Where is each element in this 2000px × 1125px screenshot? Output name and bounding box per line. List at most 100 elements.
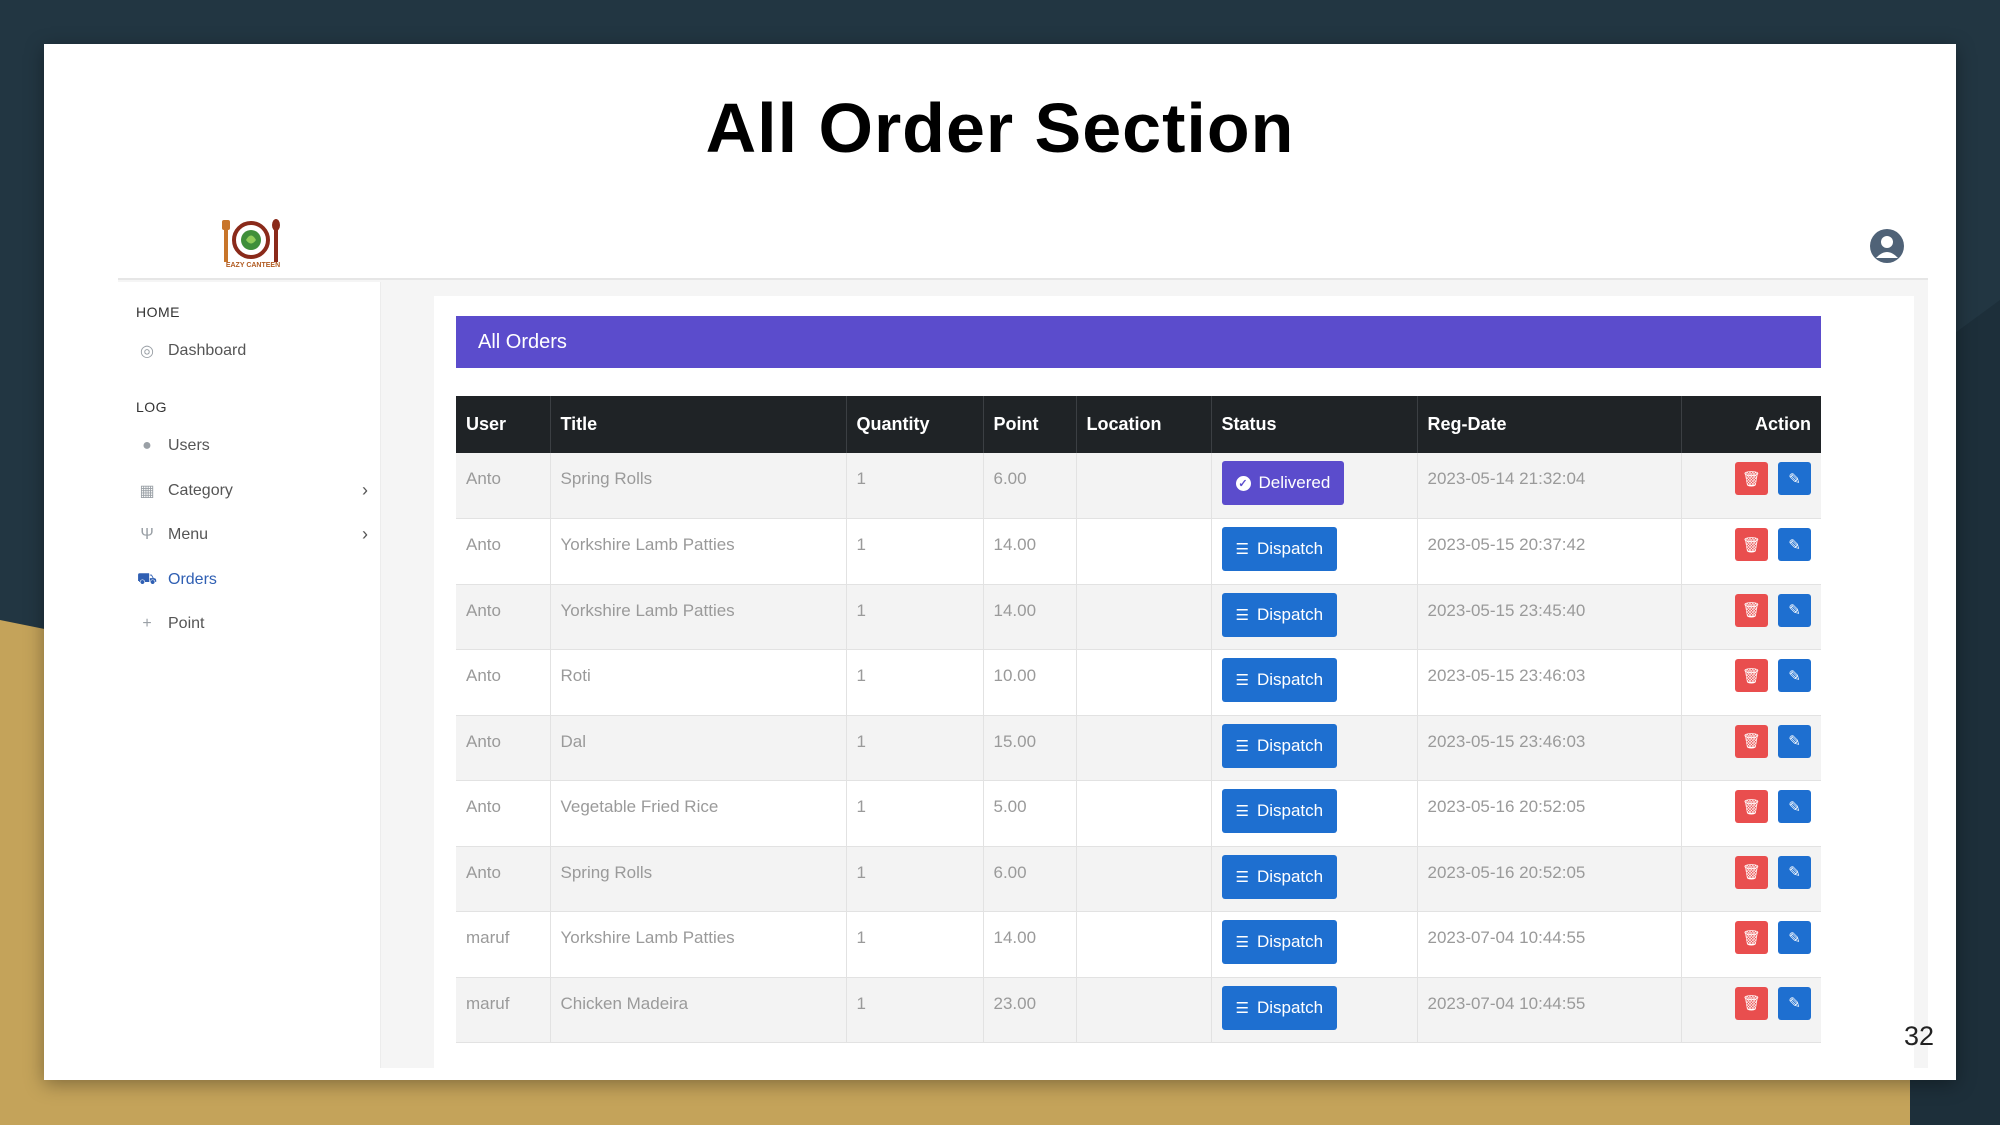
- delete-button[interactable]: 🗑: [1735, 528, 1768, 561]
- delete-button[interactable]: 🗑: [1735, 593, 1768, 627]
- cell-quantity: 1: [846, 715, 984, 781]
- table-row: Anto Dal 1 15.00 ☰ Dispatch 2023-05-15 23:46:0…: [456, 715, 1821, 781]
- edit-button[interactable]: ✎: [1778, 593, 1811, 627]
- cell-user: maruf: [456, 977, 551, 1043]
- cell-user: Anto: [456, 649, 551, 716]
- cell-point: 14.00: [983, 911, 1077, 978]
- list-icon: ☰: [1235, 999, 1249, 1017]
- column-header-reg-date: Reg-Date: [1417, 396, 1682, 453]
- sidebar-item-menu[interactable]: Ψ Menu ›: [132, 520, 372, 550]
- status-button[interactable]: ☰ Dispatch: [1221, 920, 1338, 964]
- cell-title: Roti: [550, 649, 847, 716]
- slide: All Order Section EAZY CANTEEN HOME ◎ Da…: [44, 44, 1956, 1080]
- cell-location: [1076, 453, 1212, 519]
- page-number: 32: [1903, 1021, 1934, 1051]
- column-header-quantity: Quantity: [846, 396, 984, 453]
- status-button[interactable]: ☰ Dispatch: [1221, 854, 1338, 899]
- status-button[interactable]: ☰ Dispatch: [1221, 527, 1338, 571]
- cell-reg-date: 2023-07-04 10:44:55: [1417, 911, 1682, 978]
- edit-button[interactable]: ✎: [1778, 855, 1811, 889]
- cell-status: ☰ Dispatch: [1211, 977, 1418, 1043]
- cell-action: 🗑 ✎: [1681, 649, 1821, 716]
- edit-icon: ✎: [1788, 667, 1801, 685]
- cutlery-icon: Ψ: [140, 526, 154, 543]
- orders-card: All Orders User Title Quantity Point Loc…: [434, 296, 1914, 1068]
- status-button[interactable]: ☰ Dispatch: [1221, 723, 1338, 768]
- edit-button[interactable]: ✎: [1778, 659, 1811, 692]
- sidebar-item-orders[interactable]: ⛟ Orders: [132, 565, 372, 595]
- sidebar-item-point[interactable]: + Point: [132, 609, 372, 639]
- cell-location: [1076, 780, 1212, 847]
- trash-icon: 🗑: [1741, 733, 1762, 750]
- trash-icon: 🗑: [1741, 864, 1762, 881]
- sidebar-section-log: LOG: [136, 399, 168, 415]
- cell-point: 23.00: [983, 977, 1077, 1043]
- delete-button[interactable]: 🗑: [1735, 790, 1768, 823]
- status-label: Delivered: [1258, 473, 1331, 492]
- sidebar-item-users[interactable]: ● Users: [132, 431, 372, 461]
- cell-action: 🗑 ✎: [1681, 977, 1821, 1043]
- status-button[interactable]: ☰ Dispatch: [1221, 985, 1338, 1030]
- delete-button[interactable]: 🗑: [1735, 921, 1768, 954]
- cell-quantity: 1: [846, 584, 984, 650]
- cell-quantity: 1: [846, 911, 984, 978]
- cell-user: Anto: [456, 453, 551, 519]
- cell-point: 6.00: [983, 846, 1077, 912]
- status-label: Dispatch: [1256, 604, 1324, 624]
- edit-button[interactable]: ✎: [1778, 986, 1811, 1020]
- edit-button[interactable]: ✎: [1778, 528, 1811, 561]
- cell-quantity: 1: [846, 846, 984, 912]
- status-button[interactable]: ☰ Dispatch: [1221, 658, 1338, 702]
- trash-icon: 🗑: [1741, 798, 1762, 816]
- cell-location: [1076, 977, 1212, 1043]
- trash-icon: 🗑: [1741, 602, 1762, 619]
- cell-status: ☰ Dispatch: [1211, 518, 1418, 585]
- status-button[interactable]: ☰ Dispatch: [1221, 592, 1338, 637]
- edit-button[interactable]: ✎: [1778, 724, 1811, 758]
- sidebar-item-dashboard[interactable]: ◎ Dashboard: [132, 336, 372, 366]
- cell-user: Anto: [456, 846, 551, 912]
- cell-quantity: 1: [846, 453, 984, 519]
- status-button[interactable]: ✓ Delivered: [1221, 461, 1345, 505]
- user-avatar-icon[interactable]: [1870, 229, 1904, 263]
- cell-user: Anto: [456, 715, 551, 781]
- cell-status: ☰ Dispatch: [1211, 649, 1418, 716]
- column-header-action: Action: [1681, 396, 1821, 453]
- edit-icon: ✎: [1788, 864, 1801, 881]
- edit-icon: ✎: [1788, 929, 1801, 947]
- cell-action: 🗑 ✎: [1681, 518, 1821, 585]
- cell-reg-date: 2023-05-15 23:46:03: [1417, 649, 1682, 716]
- table-row: Anto Spring Rolls 1 6.00 ✓ Delivered 2023-05-1…: [456, 453, 1821, 519]
- dashboard-icon: ◎: [140, 343, 154, 360]
- sidebar-item-label: Users: [168, 437, 210, 454]
- delete-button[interactable]: 🗑: [1735, 986, 1768, 1020]
- edit-button[interactable]: ✎: [1778, 921, 1811, 954]
- edit-button[interactable]: ✎: [1778, 462, 1811, 495]
- cell-location: [1076, 584, 1212, 650]
- cell-status: ✓ Delivered: [1211, 453, 1418, 519]
- cell-action: 🗑 ✎: [1681, 780, 1821, 847]
- cell-status: ☰ Dispatch: [1211, 846, 1418, 912]
- cell-action: 🗑 ✎: [1681, 453, 1821, 519]
- trash-icon: 🗑: [1741, 667, 1762, 685]
- status-label: Dispatch: [1256, 997, 1324, 1017]
- delete-button[interactable]: 🗑: [1735, 855, 1768, 889]
- cell-action: 🗑 ✎: [1681, 584, 1821, 650]
- table-row: Anto Roti 1 10.00 ☰ Dispatch 2023-05-15 23:46:…: [456, 649, 1821, 716]
- plus-icon: +: [142, 615, 152, 632]
- edit-button[interactable]: ✎: [1778, 790, 1811, 823]
- list-icon: ☰: [1235, 803, 1249, 820]
- delete-button[interactable]: 🗑: [1735, 724, 1768, 758]
- cell-point: 15.00: [983, 715, 1077, 781]
- delete-button[interactable]: 🗑: [1735, 462, 1768, 495]
- table-header-row: User Title Quantity Point Location Statu…: [456, 396, 1821, 453]
- status-button[interactable]: ☰ Dispatch: [1221, 789, 1338, 833]
- status-label: Dispatch: [1256, 932, 1324, 951]
- cell-title: Yorkshire Lamb Patties: [550, 584, 847, 650]
- delete-button[interactable]: 🗑: [1735, 659, 1768, 692]
- chevron-right-icon: ›: [362, 480, 368, 500]
- cell-action: 🗑 ✎: [1681, 911, 1821, 978]
- cell-reg-date: 2023-05-15 23:46:03: [1417, 715, 1682, 781]
- list-icon: ☰: [1235, 868, 1249, 886]
- sidebar-item-category[interactable]: ▦ Category ›: [132, 476, 372, 506]
